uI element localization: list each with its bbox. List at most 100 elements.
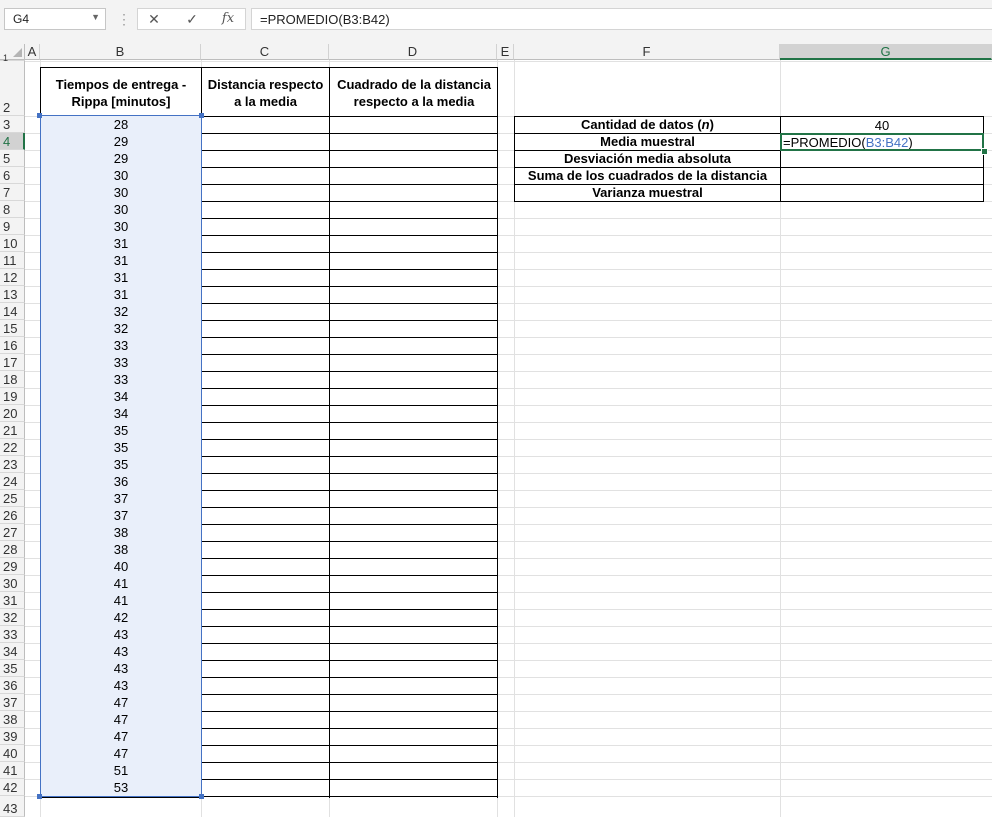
table-border — [201, 643, 498, 644]
label-media-muestral: Media muestral — [600, 134, 695, 149]
row-header-20[interactable]: 20 — [0, 405, 25, 422]
table-border — [201, 371, 498, 372]
table-border — [201, 575, 498, 576]
row-header-30[interactable]: 30 — [0, 575, 25, 592]
table-border — [201, 541, 498, 542]
table-border — [40, 67, 498, 68]
table-border — [201, 422, 498, 423]
table-border — [201, 473, 498, 474]
row-header-15[interactable]: 15 — [0, 320, 25, 337]
row-header-35[interactable]: 35 — [0, 660, 25, 677]
table-border — [201, 167, 498, 168]
table-border — [201, 490, 498, 491]
header-distancia: Distancia respecto a la media — [207, 77, 324, 109]
table-border — [201, 609, 498, 610]
row-header-26[interactable]: 26 — [0, 507, 25, 524]
formula-text: =PROMEDIO(B3:B42) — [260, 12, 390, 27]
row-header-41[interactable]: 41 — [0, 762, 25, 779]
row-header-29[interactable]: 29 — [0, 558, 25, 575]
column-header-b[interactable]: B — [40, 44, 201, 60]
row-header-31[interactable]: 31 — [0, 592, 25, 609]
label-varianza: Varianza muestral — [592, 185, 703, 200]
row-header-32[interactable]: 32 — [0, 609, 25, 626]
row-header-40[interactable]: 40 — [0, 745, 25, 762]
row-header-38[interactable]: 38 — [0, 711, 25, 728]
table-border — [201, 660, 498, 661]
range-handle-tl[interactable] — [37, 113, 42, 118]
gridline-horizontal — [25, 61, 992, 62]
row-header-7[interactable]: 7 — [0, 184, 25, 201]
label-cantidad-datos: Cantidad de datos (n) — [581, 117, 714, 132]
table-border — [201, 354, 498, 355]
row-header-10[interactable]: 10 — [0, 235, 25, 252]
row-header-33[interactable]: 33 — [0, 626, 25, 643]
fill-handle[interactable] — [981, 148, 988, 155]
row-header-17[interactable]: 17 — [0, 354, 25, 371]
row-header-13[interactable]: 13 — [0, 286, 25, 303]
column-header-f[interactable]: F — [514, 44, 780, 60]
table-border — [201, 116, 498, 117]
range-handle-tr[interactable] — [199, 113, 204, 118]
row-header-39[interactable]: 39 — [0, 728, 25, 745]
row-header-37[interactable]: 37 — [0, 694, 25, 711]
table-border — [201, 507, 498, 508]
table-border — [780, 116, 781, 202]
range-handle-br[interactable] — [199, 794, 204, 799]
table-border — [201, 388, 498, 389]
cell-g3-count[interactable]: 40 — [781, 117, 983, 134]
row-header-9[interactable]: 9 — [0, 218, 25, 235]
row-header-16[interactable]: 16 — [0, 337, 25, 354]
insert-function-icon[interactable]: fx — [218, 11, 238, 26]
row-header-24[interactable]: 24 — [0, 473, 25, 490]
row-header-6[interactable]: 6 — [0, 167, 25, 184]
table-border — [201, 728, 498, 729]
row-header-2[interactable]: 2 — [0, 61, 25, 116]
column-header-d[interactable]: D — [329, 44, 497, 60]
row-header-21[interactable]: 21 — [0, 422, 25, 439]
worksheet-grid[interactable]: G4 ▼ ⋮ ✕ ✓ fx =PROMEDIO(B3:B42) ABCDEFG … — [0, 0, 992, 817]
table-border — [497, 67, 498, 798]
table-border — [201, 150, 498, 151]
table-border — [201, 218, 498, 219]
table-border — [201, 303, 498, 304]
row-header-19[interactable]: 19 — [0, 388, 25, 405]
row-header-34[interactable]: 34 — [0, 643, 25, 660]
table-border — [983, 116, 984, 202]
name-box[interactable]: G4 ▼ — [4, 8, 106, 30]
row-header-22[interactable]: 22 — [0, 439, 25, 456]
label-suma-cuadrados: Suma de los cuadrados de la distancia — [527, 168, 768, 183]
table-border — [201, 762, 498, 763]
row-header-42[interactable]: 42 — [0, 779, 25, 796]
table-border — [201, 235, 498, 236]
row-header-4[interactable]: 4 — [0, 133, 25, 150]
range-handle-bl[interactable] — [37, 794, 42, 799]
row-header-43[interactable]: 43 — [0, 796, 25, 817]
row-header-14[interactable]: 14 — [0, 303, 25, 320]
column-header-e[interactable]: E — [497, 44, 514, 60]
row-header-25[interactable]: 25 — [0, 490, 25, 507]
more-options-icon[interactable]: ⋮ — [117, 9, 131, 29]
cancel-icon[interactable]: ✕ — [144, 11, 164, 28]
row-header-8[interactable]: 8 — [0, 201, 25, 218]
row-header-12[interactable]: 12 — [0, 269, 25, 286]
row-header-5[interactable]: 5 — [0, 150, 25, 167]
row-header-27[interactable]: 27 — [0, 524, 25, 541]
column-header-g[interactable]: G — [780, 44, 992, 60]
row-header-36[interactable]: 36 — [0, 677, 25, 694]
table-border — [514, 167, 984, 168]
enter-check-icon[interactable]: ✓ — [182, 11, 202, 28]
row-header-23[interactable]: 23 — [0, 456, 25, 473]
formula-input[interactable]: =PROMEDIO(B3:B42) — [251, 8, 992, 30]
row-header-18[interactable]: 18 — [0, 371, 25, 388]
column-header-a[interactable]: A — [25, 44, 40, 60]
chevron-down-icon[interactable]: ▼ — [91, 12, 100, 22]
name-box-value: G4 — [13, 12, 30, 26]
row-header-3[interactable]: 3 — [0, 116, 25, 133]
header-cuadrado: Cuadrado de la distancia respecto a la m… — [337, 77, 491, 109]
row-header-28[interactable]: 28 — [0, 541, 25, 558]
table-border — [201, 286, 498, 287]
table-border — [201, 252, 498, 253]
row-header-11[interactable]: 11 — [0, 252, 25, 269]
column-header-c[interactable]: C — [201, 44, 329, 60]
table-border — [201, 558, 498, 559]
